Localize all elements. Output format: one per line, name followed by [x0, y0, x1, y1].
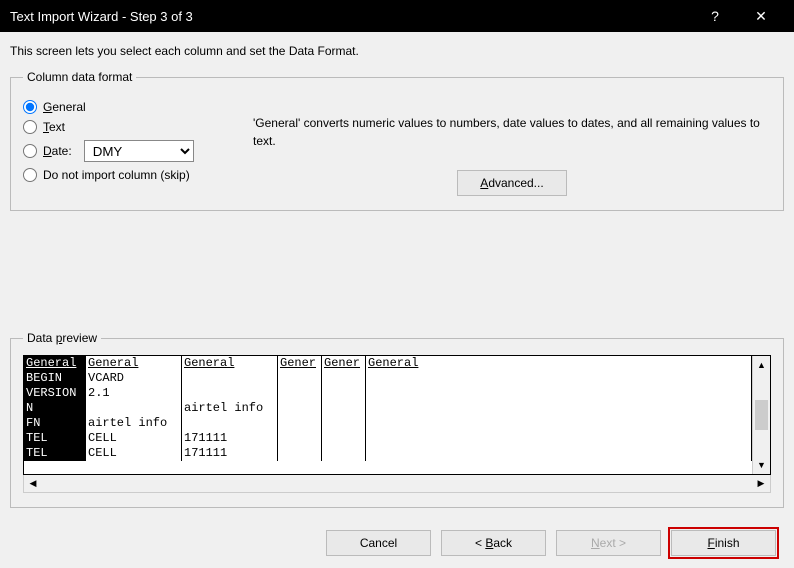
radio-skip-label[interactable]: Do not import column (skip) [43, 168, 190, 182]
preview-cell [366, 386, 752, 401]
intro-text: This screen lets you select each column … [10, 44, 784, 58]
radio-general[interactable] [23, 100, 37, 114]
radio-date[interactable] [23, 144, 37, 158]
preview-cell [322, 401, 366, 416]
preview-cell [86, 401, 182, 416]
next-button: Next > [556, 530, 661, 556]
preview-cell: airtel info [182, 401, 278, 416]
window-title: Text Import Wizard - Step 3 of 3 [10, 9, 692, 24]
close-button[interactable]: ✕ [738, 0, 784, 32]
scroll-down-icon[interactable]: ▼ [753, 456, 770, 474]
cancel-button[interactable]: Cancel [326, 530, 431, 556]
preview-cell: N [24, 401, 86, 416]
preview-cell [366, 371, 752, 386]
column-header[interactable]: General [24, 356, 86, 371]
radio-text[interactable] [23, 120, 37, 134]
preview-cell: FN [24, 416, 86, 431]
preview-cell [366, 416, 752, 431]
preview-cell: CELL [86, 446, 182, 461]
help-button[interactable]: ? [692, 0, 738, 32]
button-row: Cancel < Back Next > Finish [10, 530, 784, 556]
radio-general-label[interactable]: General [43, 100, 86, 114]
preview-cell [322, 446, 366, 461]
preview-cell: TEL [24, 446, 86, 461]
advanced-button[interactable]: Advanced... [457, 170, 567, 196]
back-button[interactable]: < Back [441, 530, 546, 556]
preview-cell [278, 431, 322, 446]
preview-cell [322, 431, 366, 446]
scroll-up-icon[interactable]: ▲ [753, 356, 770, 374]
horizontal-scrollbar[interactable]: ◀ ▶ [23, 475, 771, 493]
preview-cell [182, 416, 278, 431]
scroll-left-icon[interactable]: ◀ [24, 478, 42, 489]
preview-cell: 171111 [182, 431, 278, 446]
radio-date-label[interactable]: Date: [43, 144, 72, 158]
format-description: 'General' converts numeric values to num… [253, 114, 771, 150]
preview-cell [278, 401, 322, 416]
preview-cell: 2.1 [86, 386, 182, 401]
scroll-right-icon[interactable]: ▶ [752, 478, 770, 489]
preview-cell: TEL [24, 431, 86, 446]
preview-cell [278, 371, 322, 386]
preview-cell: CELL [86, 431, 182, 446]
preview-legend: Data preview [23, 331, 101, 345]
preview-cell: VERSION [24, 386, 86, 401]
vertical-scrollbar[interactable]: ▲ ▼ [752, 356, 770, 474]
radio-group: General Text Date: DMY Do not import col… [23, 94, 233, 196]
column-header[interactable]: Gener [278, 356, 322, 371]
preview-cell [366, 446, 752, 461]
radio-text-label[interactable]: Text [43, 120, 65, 134]
column-header[interactable]: General [182, 356, 278, 371]
titlebar: Text Import Wizard - Step 3 of 3 ? ✕ [0, 0, 794, 32]
preview-cell: 171111 [182, 446, 278, 461]
preview-cell [322, 416, 366, 431]
preview-cell [366, 431, 752, 446]
preview-cell [322, 386, 366, 401]
finish-button[interactable]: Finish [671, 530, 776, 556]
radio-skip[interactable] [23, 168, 37, 182]
preview-cell [366, 401, 752, 416]
column-format-legend: Column data format [23, 70, 136, 84]
column-header[interactable]: General [86, 356, 182, 371]
preview-fieldset: Data preview GeneralGeneralGeneralGenerG… [10, 331, 784, 508]
preview-cell [182, 371, 278, 386]
column-format-fieldset: Column data format General Text Date: DM… [10, 70, 784, 211]
preview-cell: airtel info [86, 416, 182, 431]
preview-cell [278, 416, 322, 431]
preview-cell: BEGIN [24, 371, 86, 386]
scroll-thumb[interactable] [755, 400, 768, 430]
preview-table: GeneralGeneralGeneralGenerGenerGeneralBE… [23, 355, 771, 475]
dialog-content: This screen lets you select each column … [0, 32, 794, 568]
preview-cell: VCARD [86, 371, 182, 386]
preview-cell [278, 386, 322, 401]
column-header[interactable]: Gener [322, 356, 366, 371]
preview-cell [182, 386, 278, 401]
preview-cell [322, 371, 366, 386]
preview-cell [278, 446, 322, 461]
column-header[interactable]: General [366, 356, 752, 371]
date-format-select[interactable]: DMY [84, 140, 194, 162]
